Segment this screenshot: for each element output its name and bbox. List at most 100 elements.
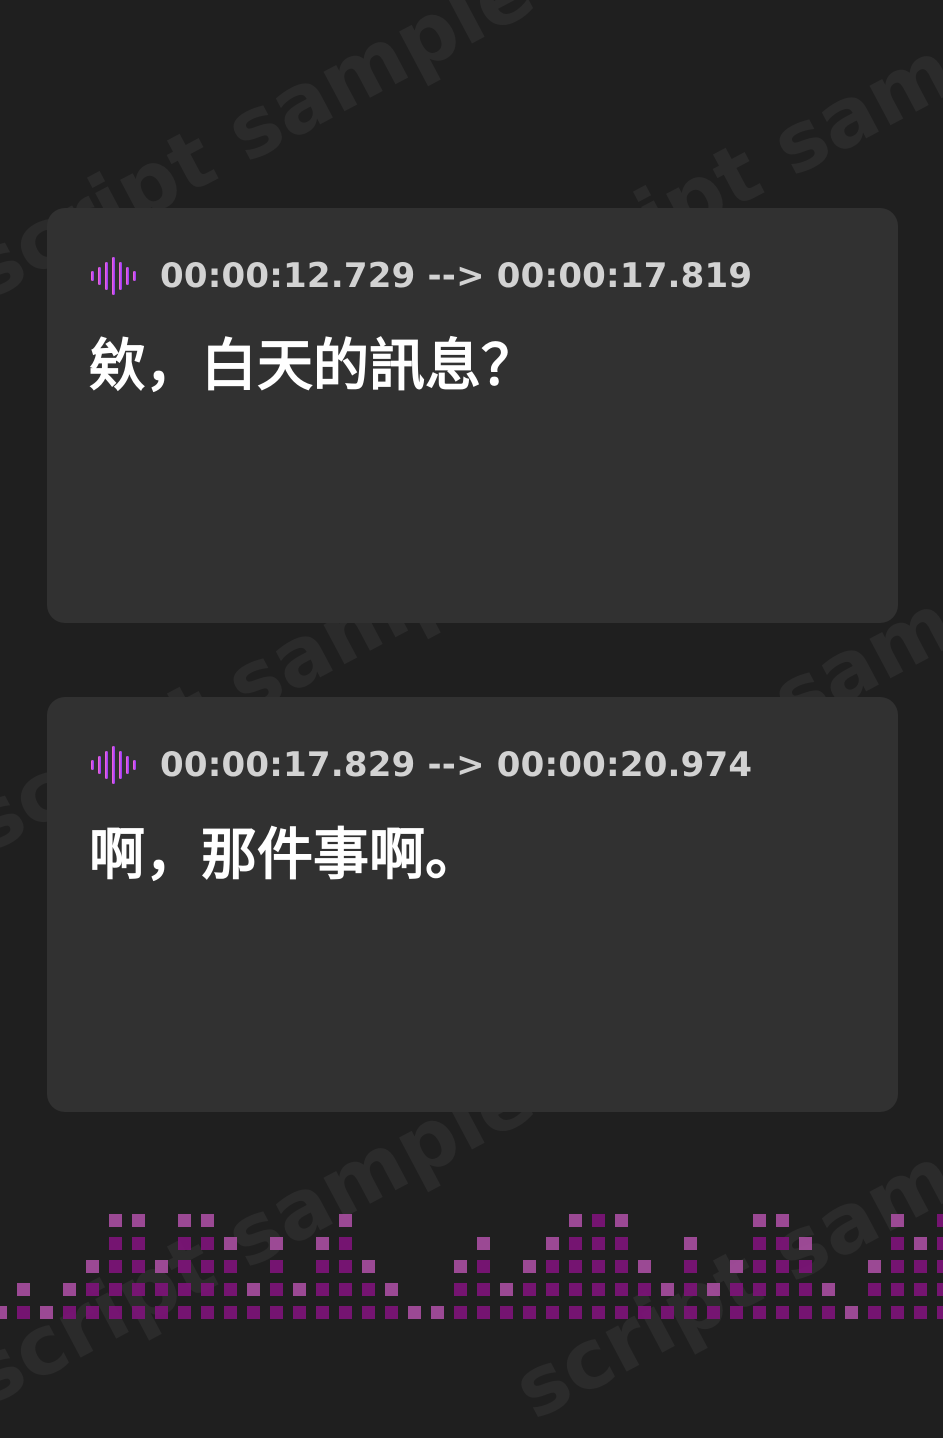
equalizer-block xyxy=(270,1237,283,1250)
equalizer-block xyxy=(109,1237,122,1250)
equalizer-block xyxy=(270,1283,283,1296)
equalizer-block xyxy=(224,1260,237,1273)
equalizer-block xyxy=(891,1306,904,1319)
equalizer-block xyxy=(592,1237,605,1250)
equalizer-block xyxy=(753,1237,766,1250)
equalizer-block xyxy=(339,1237,352,1250)
equalizer-block xyxy=(615,1283,628,1296)
equalizer-block xyxy=(362,1306,375,1319)
equalizer-block xyxy=(891,1214,904,1227)
equalizer-block xyxy=(592,1306,605,1319)
equalizer-block xyxy=(868,1283,881,1296)
equalizer-block xyxy=(523,1306,536,1319)
equalizer-block xyxy=(546,1237,559,1250)
equalizer-block xyxy=(615,1237,628,1250)
equalizer-block xyxy=(385,1306,398,1319)
equalizer-block xyxy=(132,1283,145,1296)
equalizer-block xyxy=(477,1237,490,1250)
equalizer-block xyxy=(178,1283,191,1296)
equalizer-block xyxy=(316,1237,329,1250)
equalizer-block xyxy=(661,1283,674,1296)
equalizer-block xyxy=(569,1214,582,1227)
equalizer-block xyxy=(546,1283,559,1296)
equalizer-block xyxy=(454,1306,467,1319)
equalizer-block xyxy=(109,1260,122,1273)
equalizer-block xyxy=(753,1214,766,1227)
equalizer-block xyxy=(86,1306,99,1319)
equalizer-block xyxy=(132,1214,145,1227)
equalizer-block xyxy=(822,1306,835,1319)
equalizer-block xyxy=(730,1283,743,1296)
equalizer-block xyxy=(776,1214,789,1227)
equalizer-block xyxy=(500,1283,513,1296)
equalizer-block xyxy=(937,1260,943,1273)
equalizer-block xyxy=(224,1283,237,1296)
equalizer-block xyxy=(40,1306,53,1319)
equalizer-block xyxy=(132,1306,145,1319)
equalizer-block xyxy=(937,1306,943,1319)
equalizer-block xyxy=(822,1283,835,1296)
equalizer-block xyxy=(201,1306,214,1319)
equalizer-block xyxy=(569,1306,582,1319)
equalizer-block xyxy=(86,1283,99,1296)
equalizer-block xyxy=(132,1260,145,1273)
equalizer-block xyxy=(776,1237,789,1250)
equalizer-block xyxy=(592,1283,605,1296)
equalizer-block xyxy=(776,1260,789,1273)
equalizer-block xyxy=(937,1214,943,1227)
equalizer-block xyxy=(477,1283,490,1296)
equalizer-block xyxy=(937,1283,943,1296)
equalizer-block xyxy=(109,1283,122,1296)
equalizer-block xyxy=(477,1306,490,1319)
equalizer-block xyxy=(523,1283,536,1296)
equalizer-block xyxy=(799,1237,812,1250)
equalizer-block xyxy=(86,1260,99,1273)
equalizer-block xyxy=(224,1306,237,1319)
equalizer-block xyxy=(454,1283,467,1296)
equalizer-block xyxy=(362,1283,375,1296)
equalizer-block xyxy=(362,1260,375,1273)
equalizer-block xyxy=(339,1306,352,1319)
equalizer-block xyxy=(684,1306,697,1319)
equalizer-block xyxy=(569,1237,582,1250)
equalizer-block xyxy=(868,1260,881,1273)
equalizer-block xyxy=(615,1306,628,1319)
equalizer-block xyxy=(891,1260,904,1273)
watermark-layer: script sample script sample script sampl… xyxy=(0,0,943,1438)
equalizer-block xyxy=(730,1306,743,1319)
subtitle-card-header: 00:00:12.729 --> 00:00:17.819 xyxy=(89,256,752,296)
equalizer-block xyxy=(707,1283,720,1296)
equalizer-block xyxy=(0,1306,7,1319)
equalizer-block xyxy=(569,1283,582,1296)
equalizer-block xyxy=(431,1306,444,1319)
equalizer-block xyxy=(684,1237,697,1250)
equalizer-block xyxy=(799,1306,812,1319)
equalizer-block xyxy=(339,1260,352,1273)
subtitle-card-header: 00:00:17.829 --> 00:00:20.974 xyxy=(89,745,752,785)
equalizer-block xyxy=(891,1283,904,1296)
equalizer-block xyxy=(891,1237,904,1250)
equalizer-block xyxy=(224,1237,237,1250)
equalizer-block xyxy=(776,1306,789,1319)
equalizer-block xyxy=(155,1283,168,1296)
equalizer-block xyxy=(638,1306,651,1319)
equalizer-block xyxy=(63,1283,76,1296)
equalizer-block xyxy=(868,1306,881,1319)
equalizer-block xyxy=(753,1283,766,1296)
equalizer-block xyxy=(592,1260,605,1273)
equalizer-block xyxy=(523,1260,536,1273)
equalizer-block xyxy=(684,1283,697,1296)
equalizer-block xyxy=(937,1237,943,1250)
equalizer-block xyxy=(17,1306,30,1319)
equalizer-block xyxy=(799,1283,812,1296)
equalizer-block xyxy=(201,1283,214,1296)
equalizer-block xyxy=(178,1214,191,1227)
equalizer-block xyxy=(753,1260,766,1273)
equalizer-block xyxy=(914,1260,927,1273)
equalizer-block xyxy=(914,1283,927,1296)
equalizer-block xyxy=(615,1260,628,1273)
equalizer-block xyxy=(776,1283,789,1296)
equalizer-block xyxy=(201,1214,214,1227)
equalizer-block xyxy=(316,1260,329,1273)
equalizer-block xyxy=(454,1260,467,1273)
